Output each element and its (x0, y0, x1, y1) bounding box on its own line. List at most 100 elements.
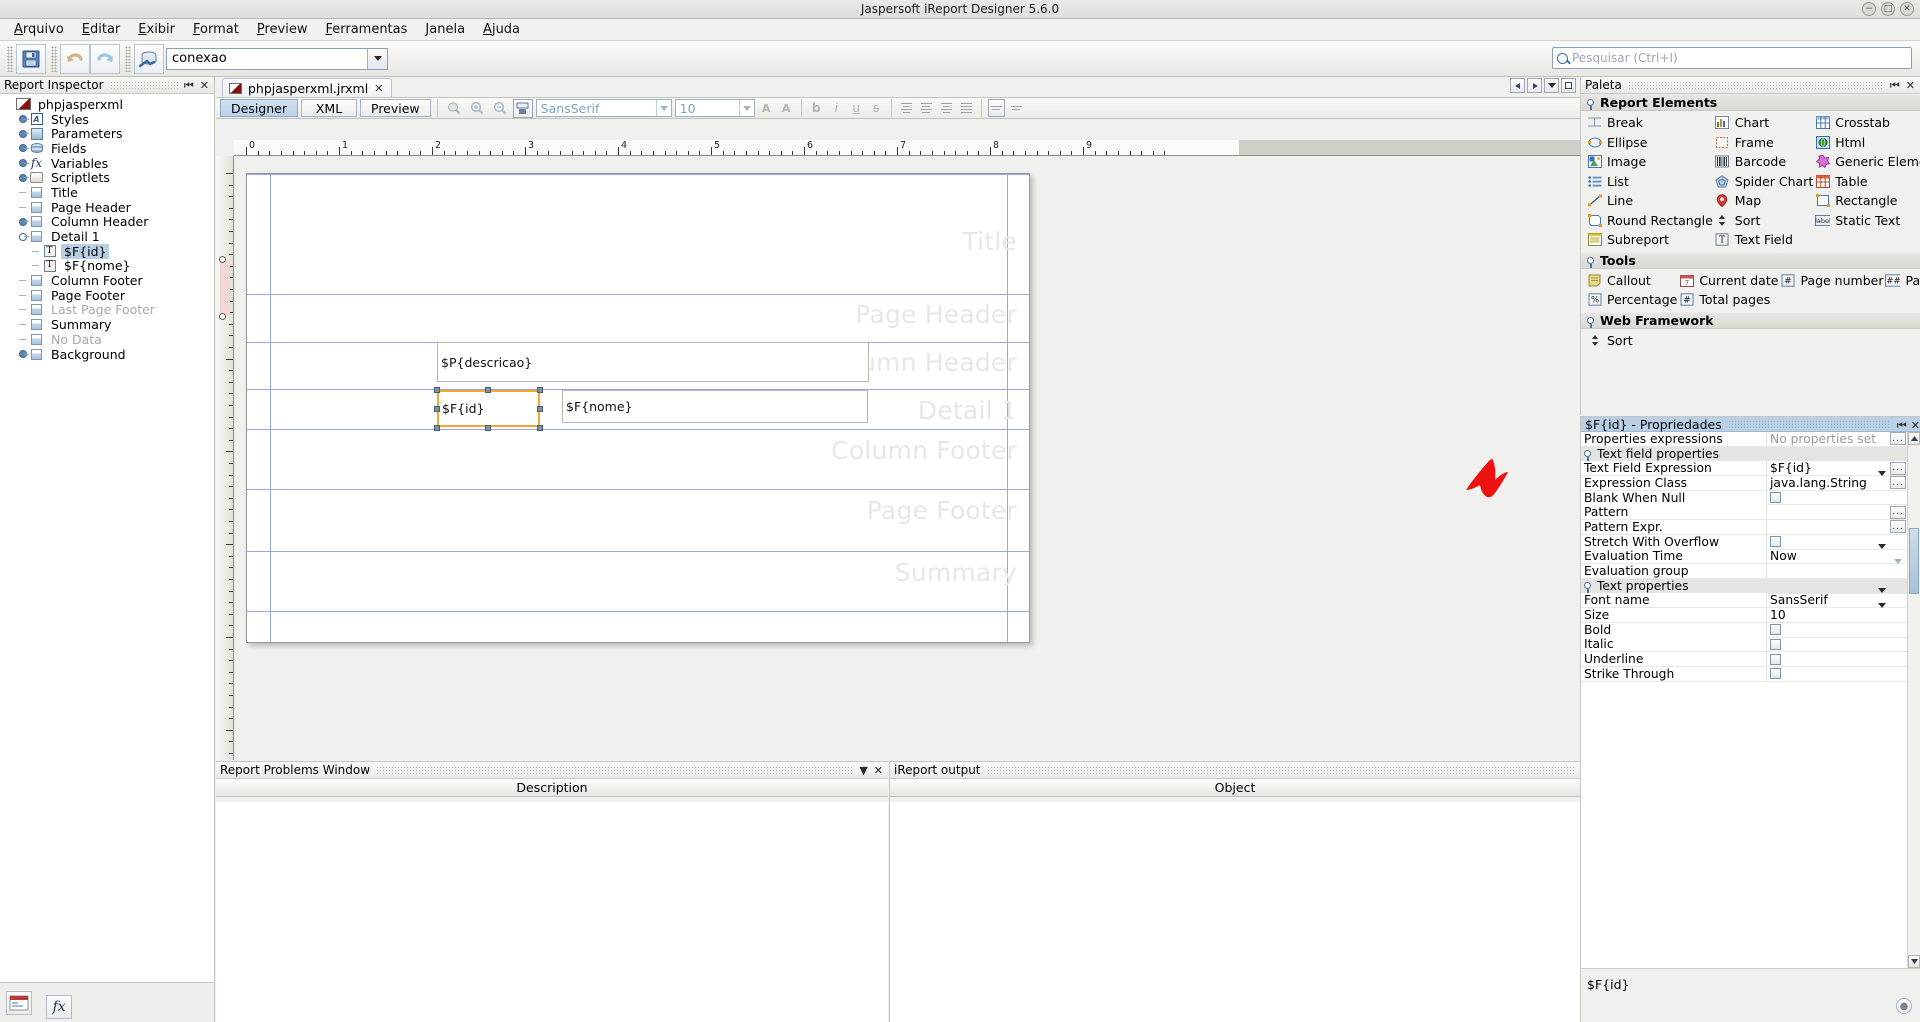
palette-item-page-number[interactable]: # Page number (1778, 271, 1883, 291)
minimize-panel-icon[interactable]: ▼ (859, 765, 867, 776)
database-icon[interactable] (134, 43, 164, 74)
menu-item-format[interactable]: Format (185, 20, 247, 39)
chevron-down-icon[interactable] (1878, 544, 1886, 564)
resize-handle-nw[interactable] (434, 387, 440, 393)
property-browse-button[interactable]: ... (1890, 520, 1906, 534)
editor-tab-phpjasperxml[interactable]: phpjasperxml.jrxml ✕ (222, 78, 393, 97)
property-checkbox[interactable] (1770, 653, 1781, 665)
minimize-panel-icon[interactable]: ⏮ (1897, 419, 1907, 432)
formula-icon[interactable]: fx (46, 995, 73, 1019)
tree-item-detail-1[interactable]: Detail 1 (0, 229, 214, 244)
view-tab-preview[interactable]: Preview (360, 99, 431, 117)
resize-handle-e[interactable] (537, 406, 543, 412)
italic-icon[interactable]: i (828, 99, 845, 117)
chevron-down-icon[interactable] (738, 100, 754, 116)
menu-item-exibir[interactable]: Exibir (130, 20, 183, 39)
property-row-stretch-with-overflow[interactable]: Stretch With Overflow (1581, 534, 1920, 550)
valign-top-icon[interactable] (987, 99, 1005, 117)
property-row-text-properties[interactable]: Text properties (1581, 578, 1920, 594)
tree-item-last-page-footer[interactable]: Last Page Footer (0, 302, 214, 317)
tree-item-summary[interactable]: Summary (0, 317, 214, 332)
scroll-down-icon[interactable] (1908, 955, 1920, 968)
chevron-down-icon[interactable] (1878, 470, 1886, 490)
prev-tab-icon[interactable] (1510, 78, 1525, 93)
property-row-properties-expressions[interactable]: Properties expressions No properties set.… (1581, 432, 1920, 447)
close-tab-icon[interactable]: ✕ (374, 82, 383, 95)
palette-item-page-x-of-y[interactable]: ## Page X of Y (1883, 271, 1920, 291)
property-row-size[interactable]: Size 10 (1581, 603, 1920, 623)
close-panel-icon[interactable]: ✕ (200, 80, 209, 91)
chevron-down-icon[interactable] (1894, 559, 1902, 579)
palette-item-sort[interactable]: Sort (1585, 331, 1669, 351)
property-browse-button[interactable]: ... (1890, 505, 1906, 519)
palette-item-static-text[interactable]: label Static Text (1813, 211, 1920, 231)
palette-item-barcode[interactable]: Barcode (1713, 152, 1813, 172)
panel-drag-hatch[interactable] (109, 80, 178, 90)
palette-item-line[interactable]: Line (1585, 191, 1713, 211)
resize-handle-sw[interactable] (434, 425, 440, 431)
resize-handle-se[interactable] (537, 425, 543, 431)
palette-item-html[interactable]: Html (1813, 133, 1920, 153)
palette-item-frame[interactable]: Frame (1713, 133, 1813, 153)
property-row-strike-through[interactable]: Strike Through (1581, 666, 1920, 682)
palette-item-total-pages[interactable]: # Total pages (1677, 290, 1778, 310)
output-drag-hatch[interactable] (986, 765, 1574, 775)
underline-icon[interactable]: u (848, 99, 865, 117)
tree-item-f-nome[interactable]: T $F{nome} (0, 258, 214, 273)
tree-expand-icon[interactable] (17, 143, 29, 154)
scrollbar-thumb[interactable] (1909, 528, 1919, 594)
output-table-body[interactable] (890, 802, 1580, 1022)
tree-item-no-data[interactable]: No Data (0, 332, 214, 347)
property-row-font-name[interactable]: Font name SansSerif (1581, 588, 1920, 609)
close-panel-icon[interactable]: ✕ (1906, 80, 1915, 91)
menu-item-ferramentas[interactable]: Ferramentas (317, 20, 415, 39)
designer-canvas-area[interactable]: 0123456789 Title Page Header Column Head… (216, 140, 1580, 760)
tree-item-parameters[interactable]: Parameters (0, 126, 214, 141)
toolbar-grip[interactable] (7, 45, 13, 72)
property-value[interactable] (1767, 624, 1920, 636)
tree-collapse-icon[interactable] (17, 231, 29, 242)
palette-item-round-rectangle[interactable]: Round Rectangle (1585, 211, 1713, 231)
property-checkbox[interactable] (1770, 536, 1781, 548)
palette-item-spider-chart[interactable]: Spider Chart (1713, 172, 1813, 192)
palette-item-break[interactable]: Break (1585, 113, 1713, 133)
palette-item-rectangle[interactable]: Rectangle (1813, 191, 1920, 211)
tree-item-background[interactable]: Background (0, 347, 214, 362)
output-column-header[interactable]: Object (890, 779, 1580, 797)
menu-item-arquivo[interactable]: Arquivo (6, 20, 72, 39)
properties-drag-hatch[interactable] (1727, 420, 1891, 428)
problems-table-body[interactable] (216, 802, 888, 1022)
property-row-expression-class[interactable]: Expression Class java.lang.String... (1581, 470, 1920, 491)
report-page[interactable]: Title Page Header Column Header Detail 1… (246, 173, 1030, 643)
align-justify-icon[interactable] (958, 99, 975, 117)
toolbar-grip-3[interactable] (125, 45, 131, 72)
redo-icon[interactable] (90, 43, 120, 74)
property-browse-button[interactable]: ... (1890, 461, 1906, 475)
palette-section-tools[interactable]: Tools (1581, 251, 1920, 269)
decrease-font-icon[interactable]: A (778, 99, 795, 117)
property-value[interactable]: java.lang.String... (1767, 470, 1920, 490)
tree-item-scriptlets[interactable]: Scriptlets (0, 170, 214, 185)
property-row-text-field-expression[interactable]: Text Field Expression $F{id}... (1581, 461, 1920, 477)
palette-item-sort[interactable]: Sort (1713, 211, 1813, 231)
chevron-down-icon[interactable] (1878, 603, 1886, 623)
next-tab-icon[interactable] (1527, 78, 1542, 93)
resize-handle-s[interactable] (485, 425, 491, 431)
tree-expand-icon[interactable] (17, 158, 29, 169)
align-center-icon[interactable] (918, 99, 935, 117)
format-painter-icon[interactable] (512, 98, 533, 118)
font-name-combo[interactable]: SansSerif (535, 99, 672, 117)
property-row-text-field-properties[interactable]: Text field properties (1581, 446, 1920, 462)
property-value[interactable]: 10 (1767, 603, 1920, 623)
tree-expand-icon[interactable] (17, 172, 29, 183)
tree-item-styles[interactable]: A Styles (0, 112, 214, 127)
palette-item-generic-element[interactable]: Generic Element (1813, 152, 1920, 172)
tree-item-page-footer[interactable]: Page Footer (0, 288, 214, 303)
datasource-combo[interactable] (166, 47, 388, 70)
resize-handle-ne[interactable] (537, 387, 543, 393)
report-thumb-icon[interactable] (6, 991, 32, 1015)
tree-item-variables[interactable]: fx Variables (0, 156, 214, 171)
palette-item-chart[interactable]: Chart (1713, 113, 1813, 133)
increase-font-icon[interactable]: A (758, 99, 775, 117)
tree-item-column-header[interactable]: Column Header (0, 214, 214, 229)
